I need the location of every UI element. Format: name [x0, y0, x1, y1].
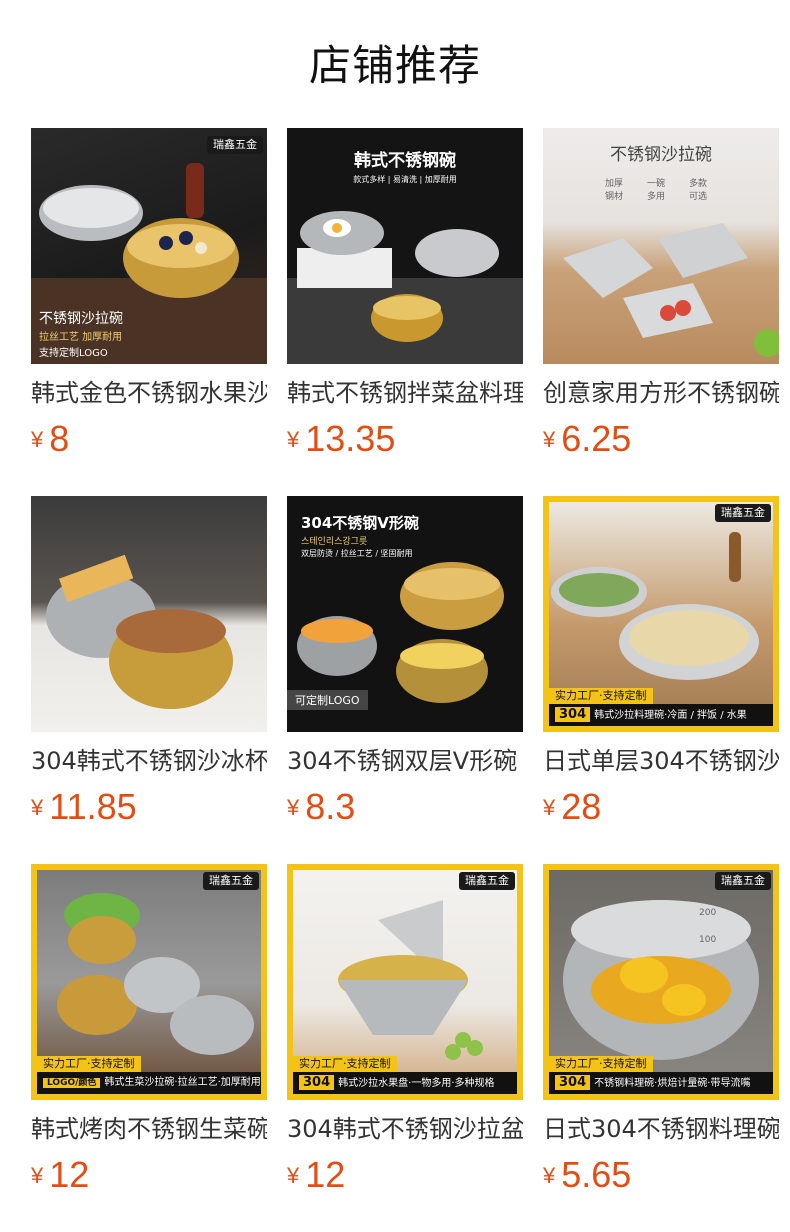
image-tag: 多款可选 — [689, 179, 708, 202]
product-name[interactable]: 304不锈钢双层V形碗 — [287, 746, 523, 776]
price-value: 13.35 — [305, 418, 396, 459]
product-price: ¥12 — [31, 1154, 267, 1196]
product-card[interactable]: 瑞鑫五金 实力工厂·支持定制 304 韩式沙拉水果盘·一物多用·多种规格 304韩… — [287, 864, 523, 1232]
factory-chip: 实力工厂·支持定制 — [37, 1056, 141, 1072]
product-price: ¥8.3 — [287, 786, 523, 828]
currency-symbol: ¥ — [31, 1163, 44, 1188]
product-price: ¥12 — [287, 1154, 523, 1196]
bowl-illustration — [46, 554, 233, 709]
product-name[interactable]: 日式304不锈钢料理碗 — [543, 1114, 779, 1144]
product-image[interactable]: 304不锈钢V形碗 스테인리스강그릇 双层防烫 / 拉丝工艺 / 坚固耐用 可定… — [287, 496, 523, 732]
price-value: 28 — [561, 786, 602, 827]
product-card[interactable]: 不锈钢沙拉碗 加厚钢材 一碗多用 多款可选 创意家用方形不锈钢碗 ¥6.25 — [543, 128, 779, 496]
product-price: ¥28 — [543, 786, 779, 828]
product-card[interactable]: 304不锈钢V形碗 스테인리스강그릇 双层防烫 / 拉丝工艺 / 坚固耐用 可定… — [287, 496, 523, 864]
brand-badge: 瑞鑫五金 — [459, 872, 515, 890]
product-card[interactable]: 瑞鑫五金 实力工厂·支持定制 304 韩式沙拉料理碗·冷面 / 拌饭 / 水果 日… — [543, 496, 779, 864]
product-image[interactable] — [31, 496, 267, 732]
product-name[interactable]: 韩式金色不锈钢水果沙拉碗 — [31, 378, 267, 408]
price-value: 12 — [305, 1154, 346, 1195]
currency-symbol: ¥ — [31, 427, 44, 452]
product-card[interactable]: 200 100 瑞鑫五金 实力工厂·支持定制 304 不锈钢料理碗·烘焙计量碗·带… — [543, 864, 779, 1232]
image-subtitle: 双层防烫 / 拉丝工艺 / 坚固耐用 — [301, 549, 413, 558]
product-image[interactable]: 瑞鑫五金 实力工厂·支持定制 304 韩式沙拉水果盘·一物多用·多种规格 — [287, 864, 523, 1100]
product-image[interactable]: 200 100 瑞鑫五金 实力工厂·支持定制 304 不锈钢料理碗·烘焙计量碗·带… — [543, 864, 779, 1100]
image-headline: 304不锈钢V形碗 — [301, 514, 419, 532]
product-name[interactable]: 韩式不锈钢拌菜盆料理碗 — [287, 378, 523, 408]
price-value: 6.25 — [561, 418, 632, 459]
price-value: 8.3 — [305, 786, 356, 827]
price-value: 11.85 — [49, 786, 137, 827]
image-headline: 韩式不锈钢碗 — [354, 151, 456, 171]
strip-text: 韩式沙拉料理碗·冷面 / 拌饭 / 水果 — [594, 710, 747, 721]
currency-symbol: ¥ — [287, 427, 300, 452]
currency-symbol: ¥ — [543, 795, 556, 820]
product-price: ¥5.65 — [543, 1154, 779, 1196]
product-image[interactable]: 不锈钢沙拉碗 加厚钢材 一碗多用 多款可选 — [543, 128, 779, 364]
measure-mark: 200 — [699, 908, 716, 918]
image-tag: 加厚钢材 — [605, 179, 624, 202]
price-value: 12 — [49, 1154, 90, 1195]
strip-number: 304 — [555, 707, 591, 722]
image-subtitle: 款式多样 | 易清洗 | 加厚耐用 — [353, 175, 457, 184]
strip-text: 韩式生菜沙拉碗·拉丝工艺·加厚耐用 — [104, 1077, 261, 1088]
image-note: 支持定制LOGO — [39, 348, 108, 359]
product-name[interactable]: 日式单层304不锈钢沙拉碗 — [543, 746, 779, 776]
product-card[interactable]: 304韩式不锈钢沙冰杯碗 ¥11.85 — [31, 496, 267, 864]
brand-badge: 瑞鑫五金 — [207, 136, 263, 154]
factory-chip: 实力工厂·支持定制 — [549, 1056, 653, 1072]
product-price: ¥11.85 — [31, 786, 267, 828]
brand-badge: 瑞鑫五金 — [715, 872, 771, 890]
strip-number: 304 — [555, 1075, 591, 1090]
brand-badge: 瑞鑫五金 — [715, 504, 771, 522]
image-strip: 304 韩式沙拉水果盘·一物多用·多种规格 — [293, 1072, 517, 1094]
currency-symbol: ¥ — [31, 795, 44, 820]
product-image[interactable]: 韩式不锈钢碗 款式多样 | 易清洗 | 加厚耐用 — [287, 128, 523, 364]
product-card[interactable]: 瑞鑫五金 不锈钢沙拉碗 拉丝工艺 加厚耐用 支持定制LOGO 韩式金色不锈钢水果… — [31, 128, 267, 496]
product-name[interactable]: 304韩式不锈钢沙冰杯碗 — [31, 746, 267, 776]
product-price: ¥13.35 — [287, 418, 523, 460]
product-name[interactable]: 韩式烤肉不锈钢生菜碗 — [31, 1114, 267, 1144]
image-korean: 스테인리스강그릇 — [301, 537, 368, 547]
strip-text: 韩式沙拉水果盘·一物多用·多种规格 — [338, 1078, 495, 1089]
currency-symbol: ¥ — [543, 427, 556, 452]
factory-chip: 实力工厂·支持定制 — [549, 688, 653, 704]
product-card[interactable]: 瑞鑫五金 实力工厂·支持定制 LOGO/颜色 韩式生菜沙拉碗·拉丝工艺·加厚耐用 … — [31, 864, 267, 1232]
image-tag: 一碗多用 — [647, 179, 666, 202]
product-grid: 瑞鑫五金 不锈钢沙拉碗 拉丝工艺 加厚耐用 支持定制LOGO 韩式金色不锈钢水果… — [31, 128, 779, 1232]
strip-text: 不锈钢料理碗·烘焙计量碗·带导流嘴 — [594, 1078, 751, 1089]
product-image[interactable]: 瑞鑫五金 实力工厂·支持定制 304 韩式沙拉料理碗·冷面 / 拌饭 / 水果 — [543, 496, 779, 732]
currency-symbol: ¥ — [287, 795, 300, 820]
image-strip: LOGO/颜色 韩式生菜沙拉碗·拉丝工艺·加厚耐用 — [37, 1072, 261, 1094]
image-headline: 不锈钢沙拉碗 — [39, 311, 123, 327]
page-title: 店铺推荐 — [308, 41, 481, 90]
image-subtitle: 拉丝工艺 加厚耐用 — [39, 332, 123, 343]
image-note: 可定制LOGO — [287, 690, 368, 710]
product-name[interactable]: 创意家用方形不锈钢碗 — [543, 378, 779, 408]
product-card[interactable]: 韩式不锈钢碗 款式多样 | 易清洗 | 加厚耐用 韩式不锈钢拌菜盆料理碗 ¥13… — [287, 128, 523, 496]
price-value: 8 — [49, 418, 70, 459]
strip-number: LOGO/颜色 — [43, 1078, 101, 1088]
brand-badge: 瑞鑫五金 — [203, 872, 259, 890]
image-strip: 304 韩式沙拉料理碗·冷面 / 拌饭 / 水果 — [549, 704, 773, 726]
product-image[interactable]: 瑞鑫五金 实力工厂·支持定制 LOGO/颜色 韩式生菜沙拉碗·拉丝工艺·加厚耐用 — [31, 864, 267, 1100]
currency-symbol: ¥ — [287, 1163, 300, 1188]
measure-mark: 100 — [699, 935, 716, 945]
product-price: ¥8 — [31, 418, 267, 460]
image-headline: 不锈钢沙拉碗 — [610, 145, 712, 165]
image-strip: 304 不锈钢料理碗·烘焙计量碗·带导流嘴 — [549, 1072, 773, 1094]
strip-number: 304 — [299, 1075, 335, 1090]
currency-symbol: ¥ — [543, 1163, 556, 1188]
price-value: 5.65 — [561, 1154, 632, 1195]
product-name[interactable]: 304韩式不锈钢沙拉盆 — [287, 1114, 523, 1144]
factory-chip: 实力工厂·支持定制 — [293, 1056, 397, 1072]
product-image[interactable]: 瑞鑫五金 不锈钢沙拉碗 拉丝工艺 加厚耐用 支持定制LOGO — [31, 128, 267, 364]
product-price: ¥6.25 — [543, 418, 779, 460]
